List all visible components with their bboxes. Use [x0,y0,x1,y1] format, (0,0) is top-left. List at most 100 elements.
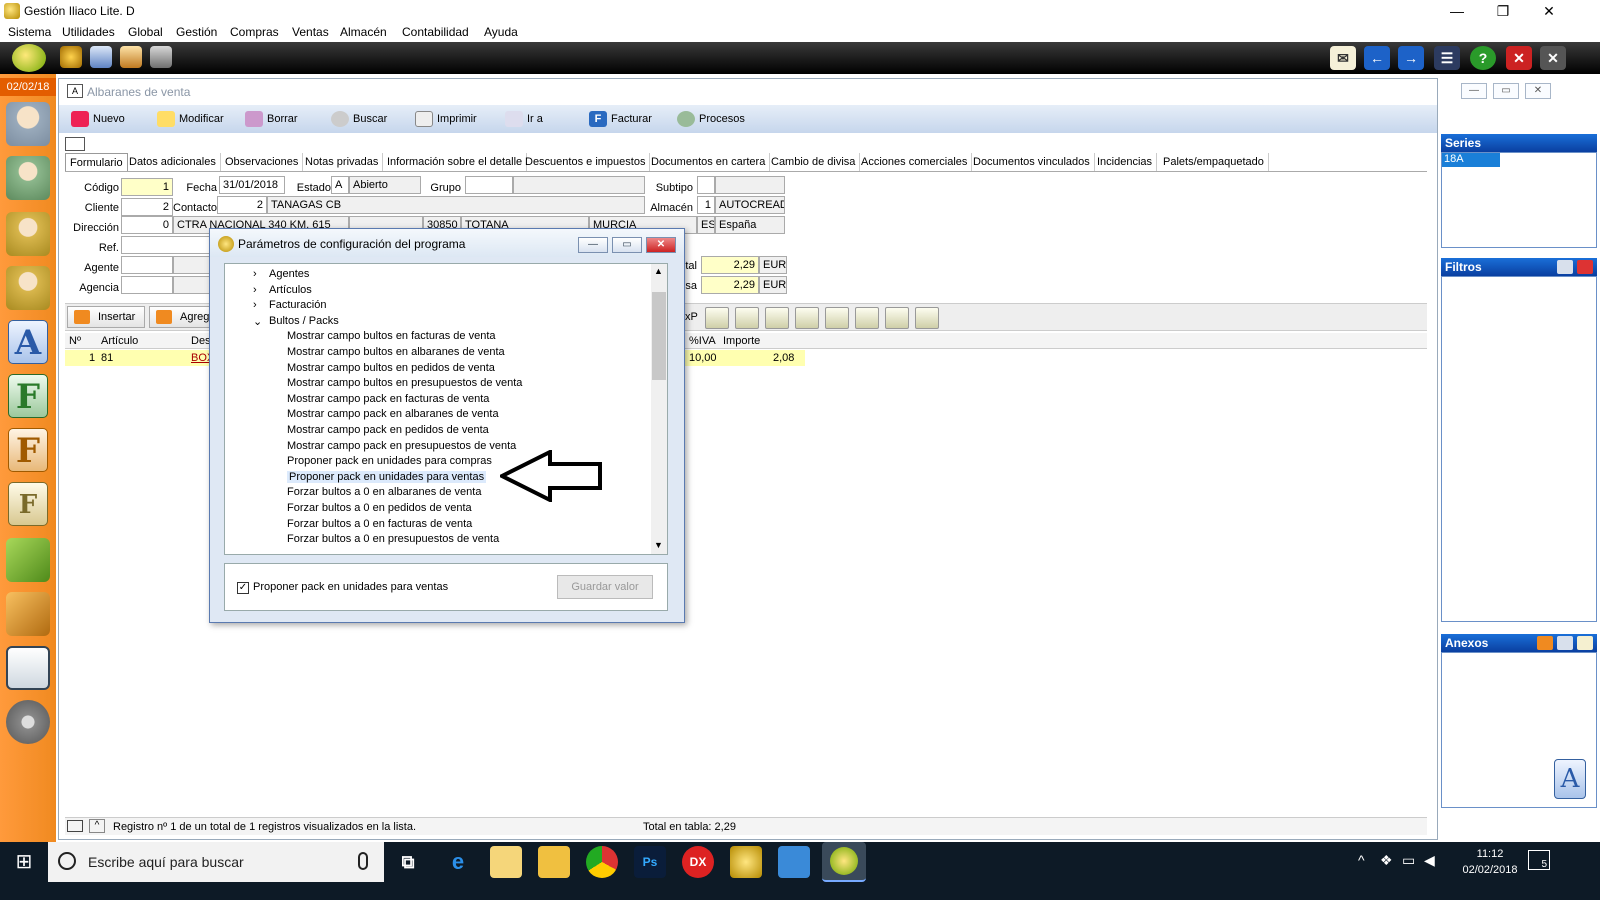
child-minimize-button[interactable]: — [1461,83,1487,99]
tab-cambio-divisa[interactable]: Cambio de divisa [767,153,861,171]
insertar-button[interactable]: Insertar [67,306,145,328]
tree-option-node[interactable]: Mostrar campo bultos en facturas de vent… [287,330,496,342]
back-arrow-icon[interactable]: ← [1364,46,1390,70]
microphone-icon[interactable] [358,852,368,870]
grupo-code-field[interactable] [465,176,513,194]
dialog-close-button[interactable]: ✕ [646,237,676,253]
cliente-field[interactable]: 2 [121,198,173,216]
tree-group-node[interactable]: Bultos / Packs [269,315,339,327]
tree-option-node[interactable]: Mostrar campo pack en facturas de venta [287,393,489,405]
child-restore-button[interactable]: ▭ [1493,83,1519,99]
tree-option-node[interactable]: Forzar bultos a 0 en presupuestos de ven… [287,533,499,545]
imprimir-button[interactable]: Imprimir [415,109,477,129]
tree-option-node[interactable]: Mostrar campo pack en albaranes de venta [287,408,499,420]
status-panel-icon[interactable] [67,820,83,832]
mail-icon[interactable]: ✉ [1330,46,1356,70]
image-icon[interactable] [855,307,879,329]
tree-option-node[interactable]: Forzar bultos a 0 en pedidos de venta [287,502,472,514]
menu-almacen[interactable]: Almacén [340,25,387,39]
scroll-thumb[interactable] [652,292,666,380]
close-app-icon[interactable]: ✕ [1506,46,1532,70]
menu-lines-icon[interactable]: ☰ [1434,46,1460,70]
task-view-icon[interactable]: ⧉ [392,846,424,878]
guardar-valor-button[interactable]: Guardar valor [557,575,653,599]
ir-a-button[interactable]: Ir a [505,109,543,129]
chrome-icon[interactable] [586,846,618,878]
menu-global[interactable]: Global [128,25,163,39]
photoshop-icon[interactable]: Ps [634,846,666,878]
article-a-icon[interactable]: A [1554,759,1586,799]
sales-bag-icon[interactable] [6,538,50,582]
tree-option-node[interactable]: Forzar bultos a 0 en albaranes de venta [287,486,481,498]
line-tool-4-icon[interactable] [795,307,819,329]
menu-sistema[interactable]: Sistema [8,25,51,39]
tree-group-node[interactable]: Facturación [269,299,326,311]
settings-wheel-icon[interactable] [6,700,50,744]
tab-datos-adicionales[interactable]: Datos adicionales [125,153,221,171]
ledger-icon[interactable] [6,646,50,690]
purchase-invoice-icon[interactable]: F [8,428,48,472]
tree-option-node[interactable]: Mostrar campo bultos en presupuestos de … [287,377,522,389]
scroll-down-icon[interactable]: ▼ [654,540,663,550]
taskbar-search[interactable]: Escribe aquí para buscar [48,842,384,882]
close-button[interactable]: ✕ [1526,0,1572,22]
articles-icon[interactable]: A [8,320,48,364]
subtipo-code-field[interactable] [697,176,715,194]
invoice-c-icon[interactable]: F [8,482,48,526]
home-orb-icon[interactable] [12,44,46,72]
line-tool-1-icon[interactable] [705,307,729,329]
dialog-minimize-button[interactable]: — [578,237,608,253]
restore-button[interactable]: ❐ [1480,0,1526,22]
tree-expander-icon[interactable]: ⌄ [253,315,262,328]
users-icon[interactable] [6,102,50,146]
tab-palets[interactable]: Palets/empaquetado [1159,153,1269,171]
modificar-button[interactable]: Modificar [157,109,224,129]
agent-icon[interactable] [6,266,50,310]
tree-option-node[interactable]: Mostrar campo pack en pedidos de venta [287,424,489,436]
panel-toggle-icon[interactable] [65,137,85,151]
estado-code-field[interactable]: A [331,176,349,194]
menu-contabilidad[interactable]: Contabilidad [402,25,469,39]
add-annex-icon[interactable] [1537,636,1553,650]
agencia-field[interactable] [121,276,173,294]
tab-documentos-cartera[interactable]: Documentos en cartera [647,153,771,171]
col-articulo[interactable]: Artículo [101,335,138,347]
line-tool-3-icon[interactable] [765,307,789,329]
tab-acciones-comerciales[interactable]: Acciones comerciales [857,153,973,171]
letter-a-icon[interactable] [90,46,112,68]
person-icon[interactable] [825,307,849,329]
borrar-button[interactable]: Borrar [245,109,298,129]
tree-option-node[interactable]: Proponer pack en unidades para compras [287,455,492,467]
minimize-button[interactable]: — [1434,0,1480,22]
series-item[interactable]: 18A [1442,153,1500,167]
tab-formulario[interactable]: Formulario [65,153,128,171]
tree-option-node[interactable]: Mostrar campo bultos en pedidos de venta [287,362,495,374]
iliaco-icon[interactable] [730,846,762,878]
codigo-field[interactable]: 1 [121,178,173,196]
fecha-field[interactable]: 31/01/2018 [219,176,285,194]
letter-f-icon[interactable] [120,46,142,68]
tree-group-node[interactable]: Artículos [269,284,312,296]
tab-descuentos-impuestos[interactable]: Descuentos e impuestos [521,153,651,171]
contacto-field[interactable]: 2 [217,196,267,214]
coin-icon[interactable] [60,46,82,68]
iliaco-active-task[interactable] [822,842,866,882]
volume-icon[interactable]: ◀ [1424,852,1435,869]
line-tool-2-icon[interactable] [735,307,759,329]
tree-group-node[interactable]: Agentes [269,268,309,280]
explorer-icon[interactable] [538,846,570,878]
agente-field[interactable] [121,256,173,274]
edge-icon[interactable]: e [442,846,474,878]
tools-icon[interactable] [150,46,172,68]
tab-incidencias[interactable]: Incidencias [1093,153,1158,171]
cxp-label[interactable]: xP [685,311,698,323]
direccion-code-field[interactable]: 0 [121,216,173,234]
menu-compras[interactable]: Compras [230,25,279,39]
provider-icon[interactable] [6,212,50,256]
open-annex-icon[interactable] [1577,636,1593,650]
menu-ayuda[interactable]: Ayuda [484,25,518,39]
tree-option-node[interactable]: Mostrar campo bultos en albaranes de ven… [287,346,505,358]
invoice-icon[interactable]: F [8,374,48,418]
dialog-restore-button[interactable]: ▭ [612,237,642,253]
buscar-button[interactable]: Buscar [331,109,387,129]
